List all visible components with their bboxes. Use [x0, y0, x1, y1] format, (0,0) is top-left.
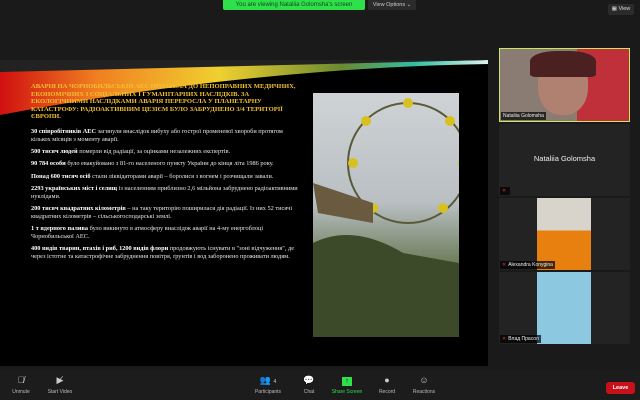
paragraph-text: померли від радіації, за оцінками незале… — [77, 148, 231, 156]
slide-paragraph: 400 видів тварин, птахів і риб, 1200 вид… — [31, 245, 301, 261]
paragraph-text: стали ліквідаторами аварії – боролися з … — [90, 172, 274, 180]
paragraph-text: було евакуйовано з 81-го населеного пунк… — [65, 160, 274, 168]
participant-name: Alexandra Konygina — [508, 262, 553, 268]
participant-tile[interactable]: ✕ Влад Прасол — [499, 272, 630, 344]
record-button[interactable]: ● Record — [374, 375, 400, 395]
paragraph-highlight: 200 тисяч квадратних кілометрів — [31, 205, 126, 213]
slide-paragraph: 30 співробітників АЕС загинули внаслідок… — [31, 128, 301, 144]
slide-title: Аварія на Чорнобильській АЕС призвела до… — [31, 83, 296, 121]
reactions-button[interactable]: ☺ Reactions — [408, 375, 440, 395]
share-screen-icon: ↑ — [328, 375, 366, 389]
participant-gallery: Nataliia Golomsha Nataliia Golomsha ✕ ✕ A… — [499, 48, 630, 346]
participant-name: Nataliia Golomsha — [501, 112, 546, 120]
participant-name: Влад Прасол — [508, 336, 539, 342]
slide-body: 30 співробітників АЕС загинули внаслідок… — [31, 128, 301, 265]
participants-button[interactable]: 👥 4 Participants — [250, 375, 286, 395]
leave-button[interactable]: Leave — [606, 382, 635, 394]
paragraph-highlight: 500 тисяч людей — [31, 148, 78, 156]
participant-tile-active-speaker[interactable]: Nataliia Golomsha — [499, 48, 630, 122]
slide-paragraph: 500 тисяч людей померли від радіації, за… — [31, 148, 301, 156]
ferris-wheel-photo — [313, 93, 459, 337]
slide-paragraph: 200 тисяч квадратних кілометрів – на так… — [31, 205, 301, 221]
paragraph-highlight: 2293 українських міст і селищ — [31, 184, 118, 192]
participant-tile[interactable]: ✕ Alexandra Konygina — [499, 198, 630, 270]
paragraph-highlight: 1 т ядерного палива — [31, 225, 89, 233]
participant-tile[interactable]: Nataliia Golomsha ✕ — [499, 124, 630, 196]
paragraph-highlight: 400 видів тварин, птахів і риб, 1200 вид… — [31, 245, 169, 253]
people-icon: 👥 — [259, 375, 271, 385]
view-button[interactable]: ▦ View — [608, 4, 634, 15]
slide-paragraph: 1 т ядерного палива було викинуто в атмо… — [31, 225, 301, 241]
meeting-toolbar: 🎙̸ Unmute ▶̸ Start Video 👥 4 Participants 💬… — [0, 370, 640, 400]
slide-paragraph: 90 784 особи було евакуйовано з 81-го на… — [31, 160, 301, 168]
muted-mic-icon: 🎙̸ — [17, 375, 25, 385]
participant-name-large: Nataliia Golomsha — [533, 154, 596, 163]
unmute-button[interactable]: 🎙̸ Unmute — [6, 375, 36, 395]
paragraph-highlight: 30 співробітників АЕС — [31, 128, 96, 135]
shared-slide: Аварія на Чорнобильській АЕС призвела до… — [0, 60, 488, 366]
slide-paragraph: Понад 600 тисяч осіб стали ліквідаторами… — [31, 173, 301, 181]
start-video-button[interactable]: ▶̸ Start Video — [42, 375, 78, 395]
paragraph-highlight: Понад 600 тисяч осіб — [31, 172, 91, 180]
muted-mic-icon: ✕ — [502, 262, 507, 268]
chat-icon: 💬 — [303, 375, 315, 385]
view-options-button[interactable]: View Options ⌄ — [368, 0, 416, 10]
muted-mic-icon: ✕ — [500, 187, 511, 195]
record-icon: ● — [384, 375, 390, 385]
slide-paragraph: 2293 українських міст і селищ із населен… — [31, 185, 301, 201]
video-off-icon: ▶̸ — [56, 375, 64, 385]
muted-mic-icon: ✕ — [502, 336, 507, 342]
paragraph-highlight: 90 784 особи — [31, 160, 66, 168]
reactions-icon: ☺ — [419, 375, 429, 385]
share-screen-button[interactable]: ↑ Share Screen — [328, 375, 366, 395]
viewing-screen-banner: You are viewing Nataliia Golomsha's scre… — [223, 0, 365, 10]
chat-button[interactable]: 💬 Chat — [298, 375, 320, 395]
